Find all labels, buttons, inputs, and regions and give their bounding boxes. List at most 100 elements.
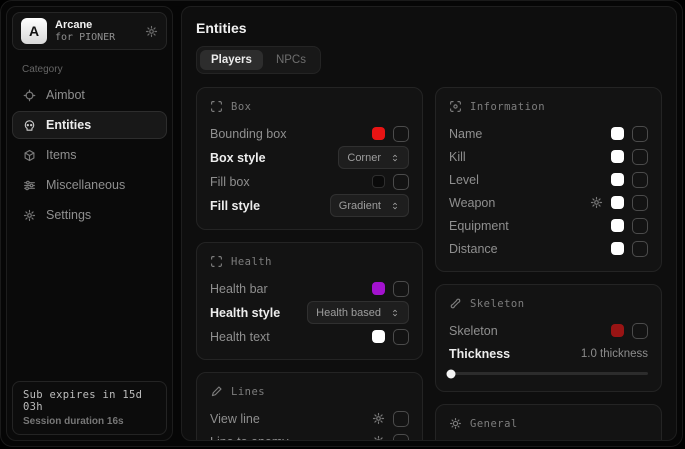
checkbox-fill-box[interactable] — [393, 174, 409, 190]
sidebar-item-label: Items — [46, 148, 77, 162]
setting-value: 1.0 thickness — [581, 348, 648, 360]
sidebar-item-items[interactable]: Items — [12, 141, 167, 169]
setting-row: Fill styleGradient — [210, 194, 409, 217]
setting-label: Kill — [449, 150, 466, 164]
panel-header: Health — [210, 255, 409, 268]
panel-title: Information — [470, 101, 545, 113]
gear-icon[interactable] — [590, 196, 603, 209]
checkbox-kill[interactable] — [632, 149, 648, 165]
gear-icon — [22, 209, 36, 222]
entity-tabs: PlayersNPCs — [196, 46, 321, 74]
sub-expiry-text: Sub expires in 15d 03h — [23, 389, 156, 413]
dropdown-box-style[interactable]: Corner — [338, 146, 409, 169]
panel-title: Skeleton — [470, 298, 525, 310]
color-swatch[interactable] — [611, 173, 624, 186]
color-swatch[interactable] — [372, 127, 385, 140]
setting-label: View line — [210, 412, 260, 426]
setting-row: Name — [449, 123, 648, 144]
gear-icon[interactable] — [145, 25, 158, 38]
subscription-box: Sub expires in 15d 03h Session duration … — [12, 381, 167, 435]
sliders-icon — [22, 179, 36, 192]
sidebar-item-label: Aimbot — [46, 88, 85, 102]
checkbox-bounding-box[interactable] — [393, 126, 409, 142]
color-swatch[interactable] — [611, 324, 624, 337]
setting-label: Level — [449, 173, 479, 187]
panel-general: GeneralVisibility checkMax distance500m — [435, 404, 662, 441]
checkbox-line-to-enemy[interactable] — [393, 434, 409, 442]
slider-thumb[interactable] — [446, 369, 455, 378]
dropdown-value: Health based — [316, 307, 381, 319]
color-swatch[interactable] — [372, 175, 385, 188]
setting-label: Distance — [449, 242, 498, 256]
sun-icon — [449, 417, 462, 430]
setting-row: Level — [449, 169, 648, 190]
setting-label: Line to enemy — [210, 435, 289, 442]
panel-health: Health Health bar Health style Health based… — [196, 242, 423, 360]
checkbox-health-text[interactable] — [393, 329, 409, 345]
tab-npcs[interactable]: NPCs — [265, 50, 317, 70]
panel-lines: Lines View line Line to enemy — [196, 372, 423, 441]
checkbox-level[interactable] — [632, 172, 648, 188]
setting-row: Health bar — [210, 278, 409, 299]
app-logo: A — [21, 18, 47, 44]
unfold-icon — [390, 153, 400, 163]
setting-row: Box style Corner — [210, 146, 409, 169]
panel-header: Information — [449, 100, 648, 113]
crosshair-icon — [22, 89, 36, 102]
color-swatch[interactable] — [611, 242, 624, 255]
setting-label: Thickness — [449, 347, 510, 361]
checkbox-name[interactable] — [632, 126, 648, 142]
setting-label: Health bar — [210, 282, 268, 296]
category-label: Category — [22, 64, 167, 75]
setting-label: Weapon — [449, 196, 495, 210]
checkbox-view-line[interactable] — [393, 411, 409, 427]
app-window: A Arcane for PIONER Category AimbotEntit… — [0, 0, 683, 447]
setting-row: Visibility check — [449, 440, 648, 441]
panel-header: Lines — [210, 385, 409, 398]
dropdown-fill-style[interactable]: Gradient — [330, 194, 409, 217]
dropdown-value: Gradient — [339, 200, 381, 212]
sidebar-item-miscellaneous[interactable]: Miscellaneous — [12, 171, 167, 199]
cube-icon — [22, 149, 36, 162]
panel-skeleton: Skeleton Skeleton Thickness 1.0 thickness — [435, 284, 662, 392]
checkbox-equipment[interactable] — [632, 218, 648, 234]
sidebar-item-label: Settings — [46, 208, 91, 222]
setting-row: Bounding box — [210, 123, 409, 144]
panel-header: General — [449, 417, 648, 430]
checkbox-health-bar[interactable] — [393, 281, 409, 297]
gear-icon[interactable] — [372, 435, 385, 441]
slider-thickness[interactable] — [449, 372, 648, 375]
setting-row: View line — [210, 408, 409, 429]
color-swatch[interactable] — [611, 196, 624, 209]
sidebar-item-aimbot[interactable]: Aimbot — [12, 81, 167, 109]
color-swatch[interactable] — [372, 330, 385, 343]
sidebar: A Arcane for PIONER Category AimbotEntit… — [6, 6, 173, 441]
unfold-icon — [390, 201, 400, 211]
sidebar-item-entities[interactable]: Entities — [12, 111, 167, 139]
checkbox-distance[interactable] — [632, 241, 648, 257]
gear-icon[interactable] — [372, 412, 385, 425]
setting-label: Health style — [210, 306, 280, 320]
tab-players[interactable]: Players — [200, 50, 263, 70]
frame-icon — [210, 100, 223, 113]
panel-title: Health — [231, 256, 272, 268]
sidebar-nav: Aimbot Entities Items Miscellaneous Settings — [12, 81, 167, 229]
panels-left-column: BoxBounding boxBox styleCornerFill boxFi… — [196, 87, 423, 441]
setting-label: Health text — [210, 330, 270, 344]
setting-label: Box style — [210, 151, 266, 165]
color-swatch[interactable] — [611, 127, 624, 140]
color-swatch[interactable] — [611, 219, 624, 232]
setting-label: Equipment — [449, 219, 509, 233]
setting-row: Weapon — [449, 192, 648, 213]
color-swatch[interactable] — [611, 150, 624, 163]
setting-row: Skeleton — [449, 320, 648, 341]
checkbox-weapon[interactable] — [632, 195, 648, 211]
setting-row: Health text — [210, 326, 409, 347]
panel-title: Lines — [231, 386, 265, 398]
page-title: Entities — [196, 20, 662, 36]
color-swatch[interactable] — [372, 282, 385, 295]
checkbox-skeleton[interactable] — [632, 323, 648, 339]
dropdown-health-style[interactable]: Health based — [307, 301, 409, 324]
sidebar-item-settings[interactable]: Settings — [12, 201, 167, 229]
setting-label: Fill box — [210, 175, 250, 189]
